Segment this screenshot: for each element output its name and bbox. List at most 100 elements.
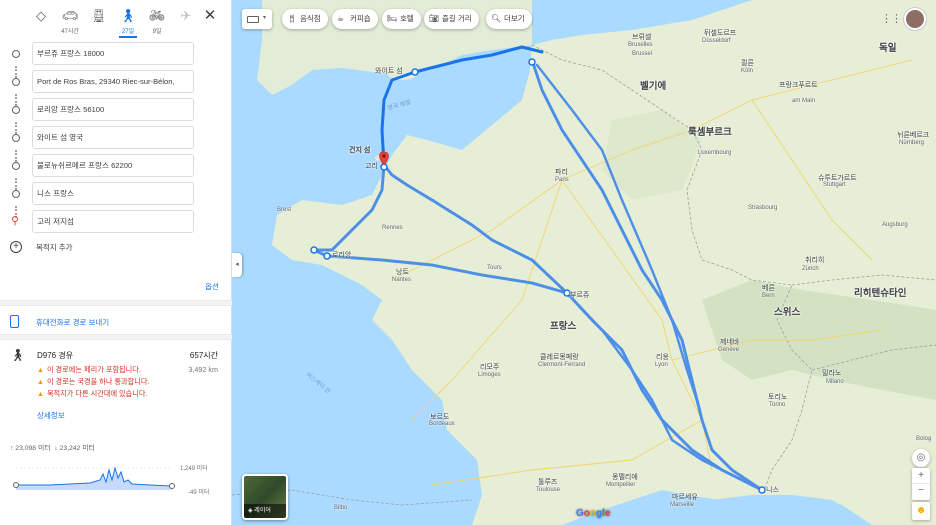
- map-label-bilbo: Bilbo: [334, 505, 348, 511]
- map-label-geneva: Genève: [718, 347, 740, 353]
- location-icon: ◎: [916, 452, 926, 463]
- map-background: [232, 0, 936, 525]
- descent: ↓ 23,242 미터: [54, 445, 95, 452]
- details-link[interactable]: 상세정보: [37, 410, 65, 421]
- warning-icon: ▲: [37, 367, 44, 374]
- map-label-geneva-ko: 제네바: [720, 339, 740, 346]
- stop-dot-icon: [12, 106, 20, 114]
- stop-input[interactable]: 니스 프랑스: [32, 182, 194, 205]
- map-label-limoges: Limoges: [478, 372, 501, 378]
- chip-coffee[interactable]: ☕︎ 커피숍: [332, 9, 378, 29]
- map-label-koln: Köln: [741, 68, 754, 74]
- zoom-controls: + −: [912, 468, 930, 500]
- phone-icon: [10, 315, 19, 328]
- stop-5: 불로뉴쉬르메르 프랑스 62200: [0, 154, 232, 178]
- map-label-dusseldorf-ko: 뒤셀도르프: [704, 30, 737, 37]
- map-label-nantes-ko: 낭트: [396, 269, 409, 276]
- collapse-panel-button[interactable]: ◂: [232, 253, 242, 277]
- destination-pin-icon: ⚲: [11, 215, 20, 227]
- map-label-marseille-ko: 마르세유: [672, 494, 698, 501]
- map-label-liechtenstein: 리히텐슈타인: [854, 288, 907, 299]
- travel-mode-bar: ◇ 🚗︎ 47시간 🚆︎ 🚶︎ 27일 🚲︎ 9일 ✈︎: [28, 8, 228, 38]
- map-label-dusseldorf: Düsseldorf: [702, 38, 731, 44]
- map-label-nuremberg: Nürnberg: [899, 140, 925, 146]
- map-label-tours: Tours: [487, 265, 502, 271]
- map-canvas[interactable]: 와이트 섬 건지 섬 고리 로리앙 부르쥬 니스 프랑스 벨기에 룩셈부르크 L…: [232, 0, 936, 525]
- chip-hotels[interactable]: 🛏︎ 호텔: [382, 9, 421, 29]
- ascent: ↑ 23,098 미터: [10, 445, 51, 452]
- input-tools-button[interactable]: ▾: [242, 9, 272, 29]
- send-to-phone-button[interactable]: 휴대전화로 경로 보내기: [10, 315, 210, 331]
- transit-icon: 🚆︎: [90, 8, 108, 23]
- elevation-min-label: -49 미터: [188, 490, 210, 496]
- car-icon: 🚗︎: [61, 8, 79, 23]
- mode-transit[interactable]: 🚆︎: [86, 8, 112, 26]
- map-label-brussel: Brussel: [632, 51, 653, 57]
- map-label-brussels: Bruxelles: [628, 42, 653, 48]
- mode-flight[interactable]: ✈︎: [173, 8, 199, 26]
- hotel-icon: 🛏︎: [387, 14, 398, 23]
- directions-panel: ◇ 🚗︎ 47시간 🚆︎ 🚶︎ 27일 🚲︎ 9일 ✈︎ ✕ 부르쥬 프랑스 1…: [0, 0, 232, 525]
- add-destination-button[interactable]: + 목적지 추가: [10, 241, 190, 257]
- layers-button[interactable]: ◈ 레이어: [242, 474, 288, 520]
- map-label-guernsey: 건지 섬: [349, 147, 371, 154]
- stop-input[interactable]: Port de Ros Bras, 29340 Riec-sur-Bélon,: [32, 70, 194, 93]
- street-view-pegman[interactable]: ☻: [912, 502, 930, 520]
- best-route-icon: ◇: [36, 8, 46, 23]
- stop-input[interactable]: 불로뉴쉬르메르 프랑스 62200: [32, 154, 194, 177]
- route-warning: ▲ 이 경로에는 페리가 포함됩니다.: [37, 365, 141, 374]
- destination-input[interactable]: 고리 저지섬: [32, 210, 194, 233]
- map-label-wight: 와이트 섬: [375, 68, 403, 75]
- map-label-milan: Milano: [826, 379, 844, 385]
- chip-restaurants[interactable]: 🍴︎ 음식점: [282, 9, 328, 29]
- map-label-luxembourg-city: Luxembourg: [698, 150, 732, 156]
- map-label-lorient: 로리앙: [332, 252, 352, 259]
- map-label-torino: Torino: [769, 402, 786, 408]
- my-location-button[interactable]: ◎: [912, 449, 930, 467]
- map-label-france: 프랑스: [550, 321, 577, 332]
- zoom-out-button[interactable]: −: [912, 484, 930, 500]
- zoom-in-button[interactable]: +: [912, 468, 930, 484]
- map-label-marseille: Marseille: [670, 502, 695, 508]
- stop-input[interactable]: 부르쥬 프랑스 18000: [32, 42, 194, 65]
- map-label-clermont: Clermont-Ferrand: [538, 362, 586, 368]
- map-label-montpellier: Montpellier: [606, 482, 636, 488]
- stop-input[interactable]: 와이트 섬 영국: [32, 126, 194, 149]
- map-label-frankfurt-ko: 프랑크푸르트: [779, 82, 818, 89]
- close-directions-button[interactable]: ✕: [202, 8, 218, 24]
- maps-app: ◇ 🚗︎ 47시간 🚆︎ 🚶︎ 27일 🚲︎ 9일 ✈︎ ✕ 부르쥬 프랑스 1…: [0, 0, 936, 525]
- warning-icon: ▲: [37, 379, 44, 386]
- stop-1: 부르쥬 프랑스 18000: [0, 42, 232, 66]
- plus-icon: +: [10, 241, 22, 253]
- stop-7: ⚲ 고리 저지섬: [0, 210, 232, 234]
- elevation-profile: ↑ 23,098 미터 ↓ 23,242 미터 1,249 미터 -49 미터: [10, 440, 222, 520]
- map-label-limoges-ko: 리모주: [480, 364, 500, 371]
- map-label-milan-ko: 밀라노: [822, 370, 842, 377]
- stop-input[interactable]: 로리앙 프랑스 56100: [32, 98, 194, 121]
- close-icon: ✕: [203, 7, 217, 24]
- mode-driving[interactable]: 🚗︎ 47시간: [57, 8, 83, 35]
- mode-walking[interactable]: 🚶︎ 27일: [115, 8, 141, 38]
- chevron-left-icon: ◂: [235, 261, 239, 268]
- mode-best[interactable]: ◇: [28, 8, 54, 26]
- chip-attractions[interactable]: 📷︎ 즐길 거리: [424, 9, 479, 29]
- options-link[interactable]: 옵션: [205, 281, 219, 292]
- stop-4: 와이트 섬 영국: [0, 126, 232, 150]
- avatar[interactable]: [904, 8, 926, 30]
- map-label-germany: 독일: [879, 43, 897, 54]
- coffee-icon: ☕︎: [337, 14, 345, 23]
- map-label-luxembourg-country: 룩셈부르크: [688, 127, 732, 138]
- stop-2: Port de Ros Bras, 29340 Riec-sur-Bélon,: [0, 70, 232, 94]
- map-label-nice: 니스: [766, 487, 779, 494]
- map-label-paris-ko: 파리: [555, 169, 568, 176]
- chip-more[interactable]: 🔍︎ 더보기: [486, 9, 532, 29]
- map-label-paris: Paris: [555, 177, 569, 183]
- mode-driving-time: 47시간: [61, 29, 79, 35]
- camera-icon: 📷︎: [429, 14, 440, 23]
- map-label-gorey: 고리: [365, 163, 378, 170]
- mode-cycling[interactable]: 🚲︎ 9일: [144, 8, 170, 35]
- keyboard-icon: [247, 16, 259, 23]
- map-label-switzerland: 스위스: [774, 307, 801, 318]
- stop-dot-icon: [12, 78, 20, 86]
- route-name: D976 경유: [37, 351, 74, 360]
